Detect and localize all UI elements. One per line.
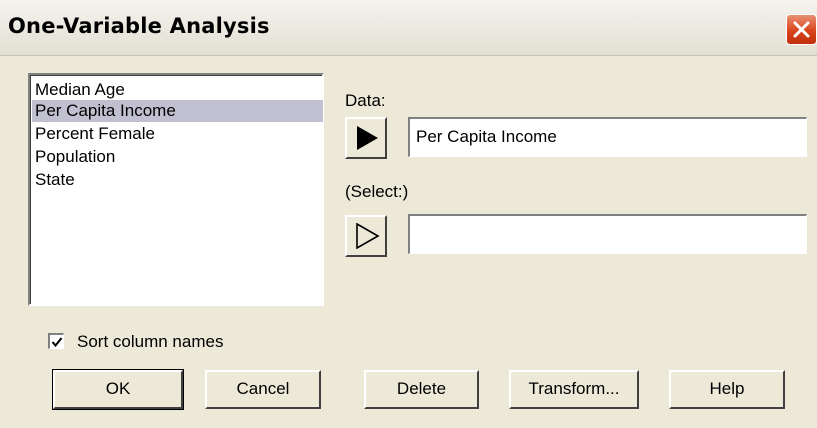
dialog-window: One-Variable Analysis Median Age Per Cap… bbox=[0, 0, 817, 428]
select-field[interactable] bbox=[408, 214, 807, 254]
ok-button[interactable]: OK bbox=[52, 369, 184, 410]
title-bar[interactable]: One-Variable Analysis bbox=[0, 0, 817, 56]
select-label: (Select:) bbox=[345, 182, 409, 201]
data-field[interactable]: Per Capita Income bbox=[408, 117, 807, 157]
help-button[interactable]: Help bbox=[669, 370, 785, 409]
sort-column-names-label: Sort column names bbox=[77, 332, 224, 351]
select-arrow-button[interactable] bbox=[345, 215, 387, 257]
close-button[interactable] bbox=[786, 14, 817, 45]
list-item[interactable]: Median Age bbox=[32, 79, 323, 101]
data-arrow-button[interactable] bbox=[345, 117, 387, 159]
cancel-button[interactable]: Cancel bbox=[205, 370, 321, 409]
data-label: Data: bbox=[345, 91, 386, 110]
transform-button[interactable]: Transform... bbox=[509, 370, 639, 409]
sort-column-names-checkbox[interactable] bbox=[48, 333, 64, 349]
window-title: One-Variable Analysis bbox=[8, 14, 270, 38]
list-item[interactable]: Population bbox=[32, 146, 323, 168]
column-names-list[interactable]: Median Age Per Capita Income Percent Fem… bbox=[28, 73, 324, 306]
list-item[interactable]: Percent Female bbox=[32, 123, 323, 145]
delete-button[interactable]: Delete bbox=[364, 370, 479, 409]
list-item-selected[interactable]: Per Capita Income bbox=[32, 100, 323, 122]
list-item[interactable]: State bbox=[32, 169, 323, 191]
